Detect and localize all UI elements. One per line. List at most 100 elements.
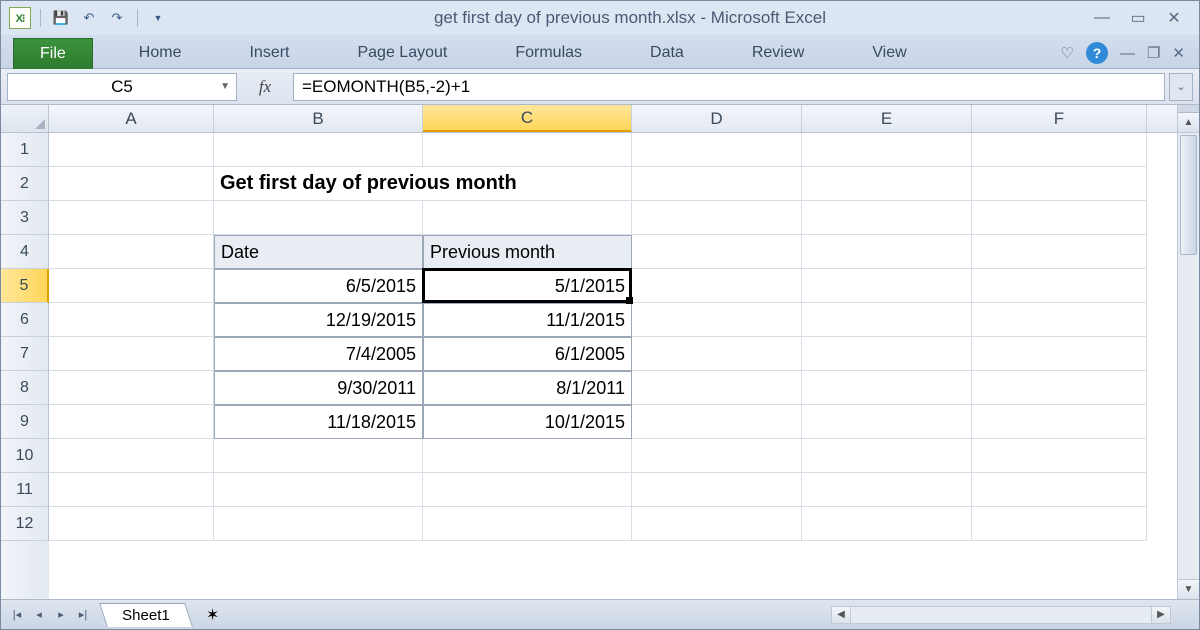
cell[interactable] [423, 507, 632, 541]
cell[interactable] [49, 201, 214, 235]
select-all-corner[interactable] [1, 105, 49, 132]
cell[interactable] [802, 337, 972, 371]
cell[interactable] [972, 201, 1147, 235]
cell-date[interactable]: 6/5/2015 [214, 269, 423, 303]
row-header-9[interactable]: 9 [1, 405, 49, 439]
cell[interactable] [802, 235, 972, 269]
excel-icon[interactable]: X⁝ [9, 7, 31, 29]
cell-prev[interactable]: 5/1/2015 [423, 269, 632, 303]
col-header-a[interactable]: A [49, 105, 214, 132]
cell[interactable] [972, 167, 1147, 201]
ribbon-close-icon[interactable]: ✕ [1172, 44, 1185, 62]
cell[interactable] [423, 201, 632, 235]
cell[interactable] [632, 371, 802, 405]
cell-prev[interactable]: 10/1/2015 [423, 405, 632, 439]
ribbon-minimize-icon[interactable]: — [1120, 45, 1135, 62]
cell[interactable] [972, 371, 1147, 405]
cell[interactable] [972, 337, 1147, 371]
table-header-date[interactable]: Date [214, 235, 423, 269]
cell[interactable] [802, 405, 972, 439]
cell[interactable] [632, 337, 802, 371]
cell[interactable] [214, 133, 423, 167]
cell[interactable] [49, 235, 214, 269]
cell[interactable] [632, 405, 802, 439]
cell-prev[interactable]: 8/1/2011 [423, 371, 632, 405]
cell[interactable] [632, 507, 802, 541]
cell[interactable] [972, 405, 1147, 439]
tab-home[interactable]: Home [117, 38, 204, 68]
cell[interactable] [214, 473, 423, 507]
cell[interactable] [972, 439, 1147, 473]
cell-date[interactable]: 7/4/2005 [214, 337, 423, 371]
minimize-icon[interactable]: — [1091, 9, 1113, 27]
cell[interactable] [632, 269, 802, 303]
cell[interactable] [49, 439, 214, 473]
sheet-nav-prev-icon[interactable]: ◂ [29, 605, 49, 625]
col-header-e[interactable]: E [802, 105, 972, 132]
cell[interactable] [802, 439, 972, 473]
cell[interactable] [49, 337, 214, 371]
tab-formulas[interactable]: Formulas [493, 38, 604, 68]
row-header-6[interactable]: 6 [1, 303, 49, 337]
cell[interactable] [972, 269, 1147, 303]
sheet-nav-last-icon[interactable]: ▸| [73, 605, 93, 625]
cell[interactable] [972, 473, 1147, 507]
row-header-1[interactable]: 1 [1, 133, 49, 167]
cell[interactable] [972, 303, 1147, 337]
fx-icon[interactable]: fx [241, 73, 289, 101]
row-header-4[interactable]: 4 [1, 235, 49, 269]
cell[interactable] [49, 167, 214, 201]
cell[interactable] [632, 439, 802, 473]
maximize-icon[interactable]: ▭ [1127, 9, 1149, 27]
row-header-8[interactable]: 8 [1, 371, 49, 405]
scroll-right-icon[interactable]: ▶ [1151, 606, 1171, 624]
formula-bar-expand-icon[interactable]: ⌄ [1169, 73, 1193, 101]
save-icon[interactable]: 💾 [50, 7, 72, 29]
cell[interactable] [802, 303, 972, 337]
row-header-11[interactable]: 11 [1, 473, 49, 507]
tab-view[interactable]: View [850, 38, 928, 68]
formula-input[interactable]: =EOMONTH(B5,-2)+1 [293, 73, 1165, 101]
cell[interactable] [49, 473, 214, 507]
file-tab[interactable]: File [13, 38, 93, 69]
cell[interactable] [802, 133, 972, 167]
tab-review[interactable]: Review [730, 38, 826, 68]
sheet-nav-next-icon[interactable]: ▸ [51, 605, 71, 625]
cell[interactable] [972, 133, 1147, 167]
row-header-5[interactable]: 5 [1, 269, 49, 303]
cell[interactable] [802, 269, 972, 303]
row-header-3[interactable]: 3 [1, 201, 49, 235]
tab-insert[interactable]: Insert [227, 38, 311, 68]
name-box-dropdown-icon[interactable]: ▼ [220, 81, 230, 92]
cell[interactable] [632, 303, 802, 337]
cell[interactable] [632, 235, 802, 269]
cell[interactable] [632, 473, 802, 507]
col-header-b[interactable]: B [214, 105, 423, 132]
cell[interactable] [802, 201, 972, 235]
help-icon[interactable]: ? [1086, 42, 1108, 64]
cell[interactable] [214, 439, 423, 473]
sheet-tab-active[interactable]: Sheet1 [99, 603, 192, 627]
undo-icon[interactable]: ↶ [78, 7, 100, 29]
hscroll-track[interactable] [851, 606, 1151, 624]
cell[interactable] [632, 133, 802, 167]
cell[interactable] [802, 371, 972, 405]
row-header-10[interactable]: 10 [1, 439, 49, 473]
cell[interactable] [802, 167, 972, 201]
sheet-title[interactable]: Get first day of previous month [214, 167, 423, 201]
table-header-prev[interactable]: Previous month [423, 235, 632, 269]
cell-prev[interactable]: 11/1/2015 [423, 303, 632, 337]
row-header-2[interactable]: 2 [1, 167, 49, 201]
cell[interactable] [802, 473, 972, 507]
row-header-7[interactable]: 7 [1, 337, 49, 371]
cell[interactable] [49, 269, 214, 303]
new-sheet-icon[interactable]: ✶ [201, 605, 225, 625]
cell[interactable] [423, 439, 632, 473]
scroll-track[interactable] [1178, 133, 1199, 579]
close-icon[interactable]: ✕ [1163, 9, 1185, 27]
tab-data[interactable]: Data [628, 38, 706, 68]
cell[interactable] [972, 235, 1147, 269]
cell[interactable] [214, 201, 423, 235]
tab-page-layout[interactable]: Page Layout [335, 38, 469, 68]
scroll-left-icon[interactable]: ◀ [831, 606, 851, 624]
